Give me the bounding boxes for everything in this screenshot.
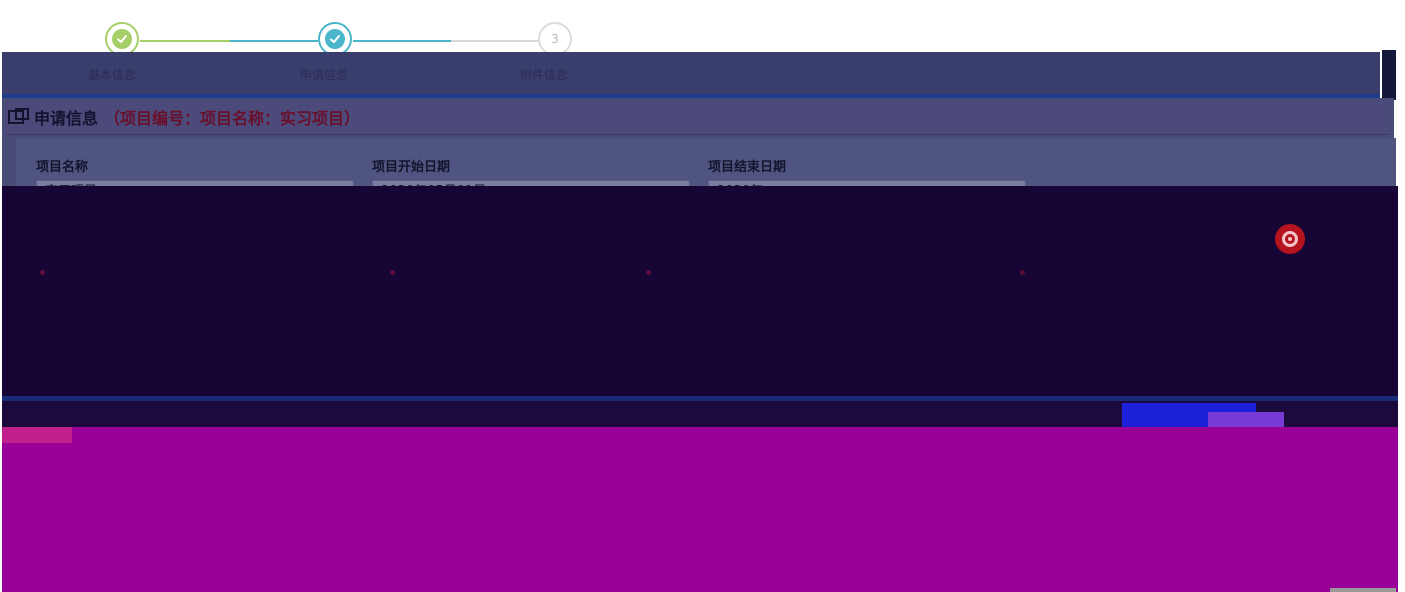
section-header: 申请信息 （项目编号：项目名称：实习项目）	[6, 100, 1390, 135]
field-label: 项目结束日期	[708, 160, 787, 175]
step-3-number: 3	[551, 32, 559, 46]
step-2-label: 申请信息	[300, 68, 349, 82]
application-info-section: 申请信息 （项目编号：项目名称：实习项目） 项目名称 实习项目 项目开始日期 2…	[2, 98, 1396, 202]
step-connector	[140, 40, 230, 42]
step-3-label: 附件信息	[520, 68, 569, 82]
scrollbar-thumb[interactable]	[1330, 588, 1396, 592]
secondary-button[interactable]	[1208, 412, 1284, 428]
step-connector	[230, 40, 318, 42]
overlay-strip	[2, 427, 72, 443]
step-1-circle[interactable]	[105, 22, 139, 56]
section-subtitle: （项目编号：项目名称：实习项目）	[104, 109, 361, 128]
end-date-field: 项目结束日期 2020年	[708, 156, 1026, 202]
required-marker	[646, 270, 651, 275]
scrollbar-strip[interactable]	[1382, 50, 1396, 100]
required-marker	[390, 270, 395, 275]
overlay-block-magenta	[2, 427, 1398, 592]
step-1-label: 基本信息	[88, 68, 137, 82]
project-name-field: 项目名称 实习项目	[36, 156, 354, 202]
required-marker	[40, 270, 45, 275]
step-3-circle[interactable]: 3	[538, 22, 572, 56]
field-label: 项目名称	[36, 160, 89, 175]
field-label: 项目开始日期	[372, 160, 451, 175]
step-connector	[353, 40, 451, 42]
check-icon	[112, 29, 132, 49]
target-icon[interactable]	[1275, 224, 1305, 254]
step-connector	[451, 40, 539, 42]
check-icon	[325, 29, 345, 49]
step-2-circle[interactable]	[318, 22, 352, 56]
section-title: 申请信息	[34, 109, 99, 128]
overlay-band	[2, 52, 1380, 96]
start-date-field: 项目开始日期 2020年05月01日	[372, 156, 690, 202]
form-icon	[8, 108, 30, 126]
page: 3 基本信息 申请信息 附件信息 申请信息 （项目编号：项目名称：实习项目） 项…	[0, 0, 1405, 592]
overlay-block	[2, 186, 1398, 398]
required-marker	[1020, 270, 1025, 275]
